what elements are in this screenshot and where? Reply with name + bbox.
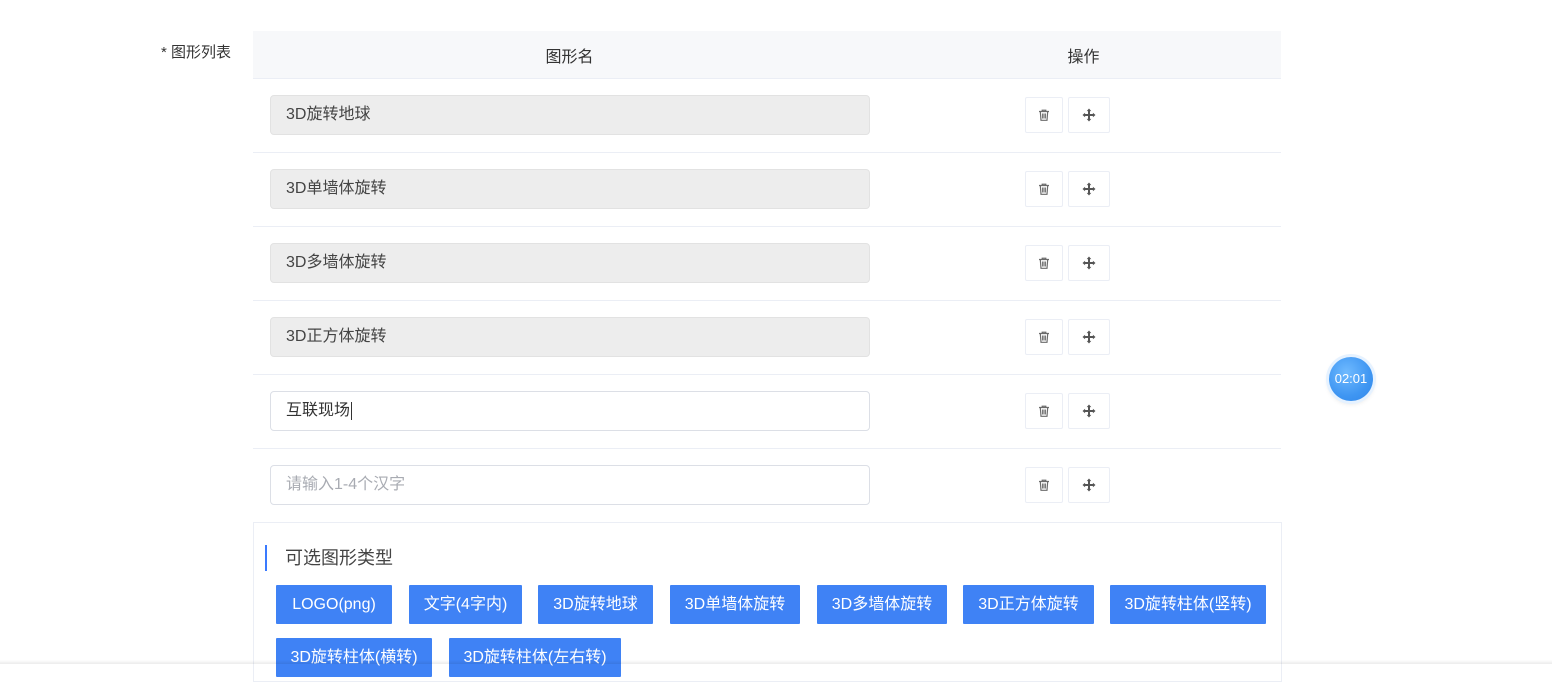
shape-name-input: 3D正方体旋转 [270, 317, 870, 357]
shape-name-input: 3D单墙体旋转 [270, 169, 870, 209]
delete-row-button[interactable] [1025, 97, 1063, 133]
trash-icon [1037, 182, 1051, 196]
table-row: 3D正方体旋转 [253, 301, 1281, 375]
trash-icon [1037, 404, 1051, 418]
drag-row-handle[interactable] [1068, 245, 1110, 281]
trash-icon [1037, 108, 1051, 122]
table-row: 3D单墙体旋转 [253, 153, 1281, 227]
drag-row-handle[interactable] [1068, 171, 1110, 207]
drag-row-handle[interactable] [1068, 393, 1110, 429]
table-header: 图形名 操作 [253, 31, 1281, 79]
shape-type-button[interactable]: 3D正方体旋转 [963, 585, 1094, 624]
table-row: 3D多墙体旋转 [253, 227, 1281, 301]
move-arrows-icon [1081, 329, 1097, 345]
shape-name-input[interactable]: 请输入1-4个汉字 [270, 465, 870, 505]
delete-row-button[interactable] [1025, 245, 1063, 281]
trash-icon [1037, 478, 1051, 492]
table-body: 3D旋转地球 3D单墙体旋转 3D多墙体旋转 3D正方体旋转 互联现场请输入1-4个汉字 [253, 79, 1281, 522]
delete-row-button[interactable] [1025, 319, 1063, 355]
shape-name-value: 3D正方体旋转 [286, 328, 387, 345]
shape-name-value: 互联现场 [286, 402, 351, 419]
panel-title: 可选图形类型 [265, 545, 393, 571]
move-arrows-icon [1081, 255, 1097, 271]
form-label: * 图形列表 [161, 44, 232, 61]
shape-type-button[interactable]: 3D多墙体旋转 [817, 585, 947, 624]
shape-name-value: 请输入1-4个汉字 [286, 476, 406, 493]
timer-badge[interactable]: 02:01 [1329, 357, 1373, 401]
column-header-name: 图形名 [545, 48, 594, 66]
drag-row-handle[interactable] [1068, 319, 1110, 355]
drag-row-handle[interactable] [1068, 467, 1110, 503]
delete-row-button[interactable] [1025, 467, 1063, 503]
bottom-scroll-shadow [0, 660, 1552, 664]
available-types-panel: 可选图形类型 LOGO(png) 文字(4字内) 3D旋转地球 3D单墙体旋转 3D多墙… [253, 522, 1282, 682]
shape-name-input: 3D多墙体旋转 [270, 243, 870, 283]
delete-row-button[interactable] [1025, 393, 1063, 429]
shape-name-input[interactable]: 互联现场 [270, 391, 870, 431]
shape-type-button[interactable]: 3D旋转柱体(横转) [276, 638, 432, 677]
text-cursor [351, 401, 353, 420]
shape-name-value: 3D旋转地球 [286, 106, 371, 123]
drag-row-handle[interactable] [1068, 97, 1110, 133]
table-row: 3D旋转地球 [253, 79, 1281, 153]
table-row: 互联现场 [253, 375, 1281, 449]
table-row: 请输入1-4个汉字 [253, 449, 1281, 522]
shape-type-button[interactable]: 文字(4字内) [409, 585, 522, 624]
shape-name-input: 3D旋转地球 [270, 95, 870, 135]
shape-type-button[interactable]: LOGO(png) [276, 585, 392, 624]
move-arrows-icon [1081, 477, 1097, 493]
shape-name-value: 3D多墙体旋转 [286, 254, 387, 271]
move-arrows-icon [1081, 403, 1097, 419]
shape-type-button[interactable]: 3D单墙体旋转 [670, 585, 800, 624]
trash-icon [1037, 330, 1051, 344]
column-header-operation: 操作 [1067, 48, 1100, 66]
shape-type-button[interactable]: 3D旋转地球 [538, 585, 653, 624]
shape-name-value: 3D单墙体旋转 [286, 180, 387, 197]
shape-type-button[interactable]: 3D旋转柱体(竖转) [1110, 585, 1266, 624]
delete-row-button[interactable] [1025, 171, 1063, 207]
shape-list-table: 图形名 操作 3D旋转地球 3D单墙体旋转 3D多墙体旋转 3D正方体旋转 互联现场请输… [253, 31, 1281, 522]
move-arrows-icon [1081, 181, 1097, 197]
trash-icon [1037, 256, 1051, 270]
move-arrows-icon [1081, 107, 1097, 123]
shape-type-button[interactable]: 3D旋转柱体(左右转) [449, 638, 621, 677]
